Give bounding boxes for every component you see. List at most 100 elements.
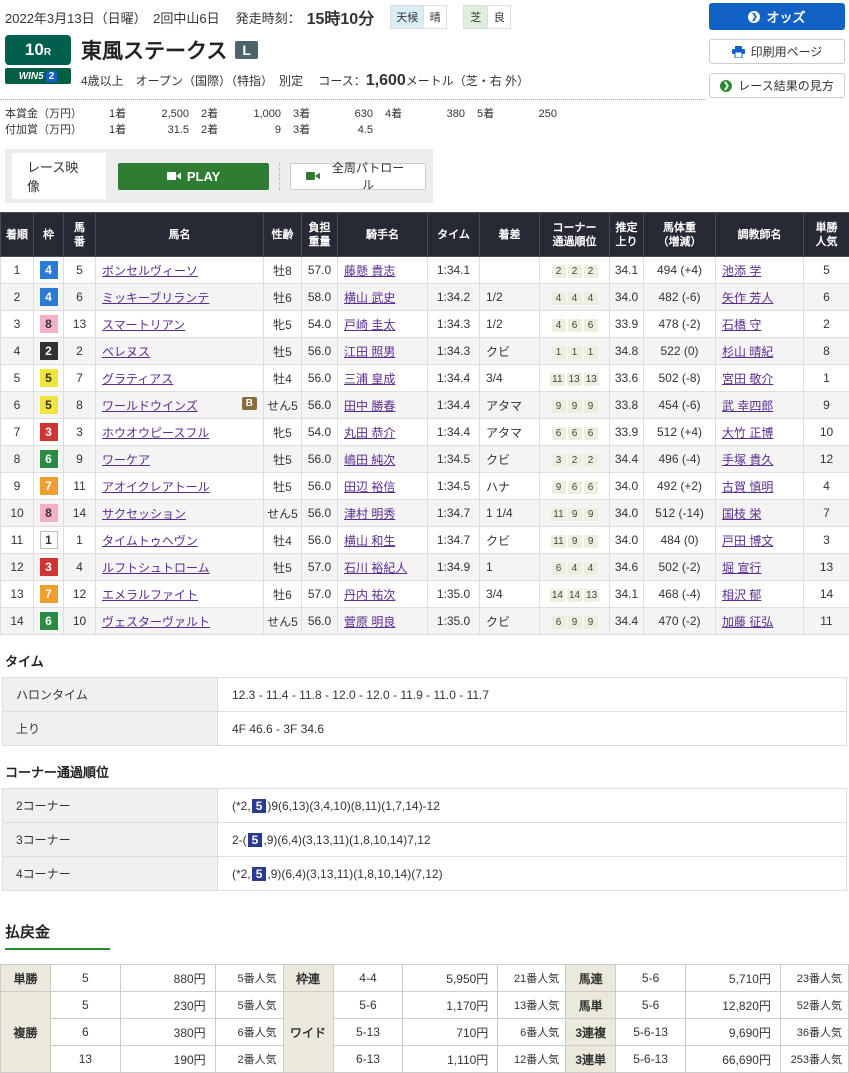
course-unit: メートル（芝・右 外）	[406, 74, 529, 88]
corner-positions: 466	[540, 311, 610, 338]
play-button[interactable]: PLAY	[118, 163, 269, 190]
horse-name-link[interactable]: アオイクレアトール	[102, 480, 210, 494]
jockey-cell: 嶋田 純次	[338, 446, 428, 473]
race-conditions-text: 4歳以上 オープン（国際）（特指） 別定	[81, 74, 303, 88]
horse-name-link[interactable]: エメラルファイト	[102, 588, 198, 602]
estimated-last-3f: 34.8	[610, 338, 644, 365]
corner-position-badge: 1	[552, 346, 566, 359]
jockey-link[interactable]: 嶋田 純次	[344, 453, 395, 467]
jockey-cell: 田辺 裕信	[338, 473, 428, 500]
margin: アタマ	[480, 419, 540, 446]
corner-section-title: コーナー通過順位	[5, 762, 849, 781]
print-page-button[interactable]: 印刷用ページ	[709, 39, 845, 64]
jockey-link[interactable]: 横山 和生	[344, 534, 395, 548]
horse-name-link[interactable]: ワーケア	[102, 453, 150, 467]
payout-amount: 9,690円	[686, 1019, 781, 1046]
patrol-video-button[interactable]: 全周パトロール	[290, 163, 426, 190]
trainer-link[interactable]: 杉山 晴紀	[722, 345, 773, 359]
corner-positions: 1199	[540, 527, 610, 554]
horse-weight: 512 (-14)	[644, 500, 716, 527]
frame-cell: 4	[34, 284, 64, 311]
trainer-link[interactable]: 国枝 栄	[722, 507, 761, 521]
trainer-link[interactable]: 石橋 守	[722, 318, 761, 332]
trainer-link[interactable]: 宮田 敬介	[722, 372, 773, 386]
jockey-link[interactable]: 石川 裕紀人	[344, 561, 407, 575]
corner-positions: 444	[540, 284, 610, 311]
result-row: 14610ヴェスターヴァルトせん556.0菅原 明良1:35.0クビ69934.…	[1, 608, 849, 635]
win-popularity: 5	[804, 257, 849, 284]
horse-number: 6	[64, 284, 96, 311]
column-header: 着差	[480, 213, 540, 257]
horse-name-link[interactable]: タイムトゥヘヴン	[102, 534, 198, 548]
horse-name-link[interactable]: ワールドウインズ	[102, 399, 198, 413]
corner-position-badge: 1	[568, 346, 582, 359]
finish-position: 5	[1, 365, 34, 392]
horse-name-link[interactable]: サクセッション	[102, 507, 186, 521]
jockey-link[interactable]: 三浦 皇成	[344, 372, 395, 386]
trainer-link[interactable]: 池添 学	[722, 264, 761, 278]
jockey-link[interactable]: 田辺 裕信	[344, 480, 395, 494]
payout-popularity: 12番人気	[498, 1046, 566, 1073]
jockey-link[interactable]: 田中 勝春	[344, 399, 395, 413]
frame-badge: 2	[40, 342, 58, 360]
finish-time: 1:35.0	[428, 608, 480, 635]
horse-name-cell: アオイクレアトール	[96, 473, 264, 500]
horse-name-link[interactable]: グラティアス	[102, 372, 173, 386]
margin: 3/4	[480, 581, 540, 608]
trainer-link[interactable]: 武 幸四郎	[722, 399, 773, 413]
trainer-link[interactable]: 戸田 博文	[722, 534, 773, 548]
trainer-link[interactable]: 大竹 正博	[722, 426, 773, 440]
finish-time: 1:34.3	[428, 311, 480, 338]
payout-row: 6 380円 6番人気 5-13 710円 6番人気 3連複 5-6-13 9,…	[1, 1019, 849, 1046]
prize-amount: 9	[231, 122, 281, 138]
estimated-last-3f: 34.0	[610, 527, 644, 554]
payout-amount: 380円	[120, 1019, 215, 1046]
horse-name-link[interactable]: スマートリアン	[102, 318, 185, 332]
result-row: 145ボンセルヴィーソ牡857.0藤懸 貴志1:34.122234.1494 (…	[1, 257, 849, 284]
trainer-link[interactable]: 古賀 慎明	[722, 480, 773, 494]
frame-cell: 7	[34, 581, 64, 608]
corner-order-text: ,9)(6,4)(3,13,11)(1,8,10,14)7,12	[263, 833, 430, 847]
win5-number: 2	[46, 71, 58, 82]
corner-position-badge: 9	[568, 616, 582, 629]
horse-name-link[interactable]: ルフトシュトローム	[102, 561, 210, 575]
weather-badge: 天候 晴	[390, 5, 447, 29]
horse-name-cell: ヴェスターヴァルト	[96, 608, 264, 635]
frame-cell: 4	[34, 257, 64, 284]
horse-weight: 494 (+4)	[644, 257, 716, 284]
payout-combo: 5-13	[333, 1019, 403, 1046]
horse-name-link[interactable]: ホウオウピースフル	[102, 426, 209, 440]
trainer-link[interactable]: 矢作 芳人	[722, 291, 773, 305]
trainer-cell: 宮田 敬介	[716, 365, 804, 392]
horse-number: 2	[64, 338, 96, 365]
jockey-link[interactable]: 津村 明秀	[344, 507, 395, 521]
corner-table: 2コーナー (*2,5)9(6,13)(3,4,10)(8,11)(1,7,14…	[2, 788, 847, 891]
odds-button[interactable]: ❯ オッズ	[709, 3, 845, 30]
horse-name-link[interactable]: ヴェスターヴァルト	[102, 615, 210, 629]
jockey-link[interactable]: 丸田 恭介	[344, 426, 395, 440]
corner-position-badge: 4	[568, 292, 582, 305]
jockey-link[interactable]: 菅原 明良	[344, 615, 395, 629]
finish-position: 1	[1, 257, 34, 284]
weight-carried: 56.0	[302, 500, 338, 527]
horse-name-link[interactable]: ボンセルヴィーソ	[102, 264, 198, 278]
jockey-link[interactable]: 江田 照男	[344, 345, 395, 359]
jockey-link[interactable]: 戸崎 圭太	[344, 318, 395, 332]
jockey-link[interactable]: 藤懸 貴志	[344, 264, 395, 278]
prize-amount: 380	[415, 106, 465, 122]
results-guide-button[interactable]: ❯ レース結果の見方	[709, 73, 845, 98]
corner-row: 4コーナー (*2,5,9)(6,4)(3,13,11)(1,8,10,14)(…	[3, 857, 847, 891]
payout-combo: 5-6	[333, 992, 403, 1019]
horse-name-link[interactable]: ベレヌス	[102, 345, 150, 359]
horse-number: 5	[64, 257, 96, 284]
trainer-link[interactable]: 手塚 貴久	[722, 453, 773, 467]
jockey-link[interactable]: 横山 武史	[344, 291, 395, 305]
trainer-link[interactable]: 相沢 郁	[722, 588, 761, 602]
horse-name-link[interactable]: ミッキーブリランテ	[102, 291, 209, 305]
trainer-link[interactable]: 堀 宣行	[722, 561, 761, 575]
horse-weight: 502 (-8)	[644, 365, 716, 392]
frame-badge: 6	[40, 612, 58, 630]
jockey-link[interactable]: 丹内 祐次	[344, 588, 395, 602]
trainer-link[interactable]: 加藤 征弘	[722, 615, 773, 629]
trainer-cell: 加藤 征弘	[716, 608, 804, 635]
